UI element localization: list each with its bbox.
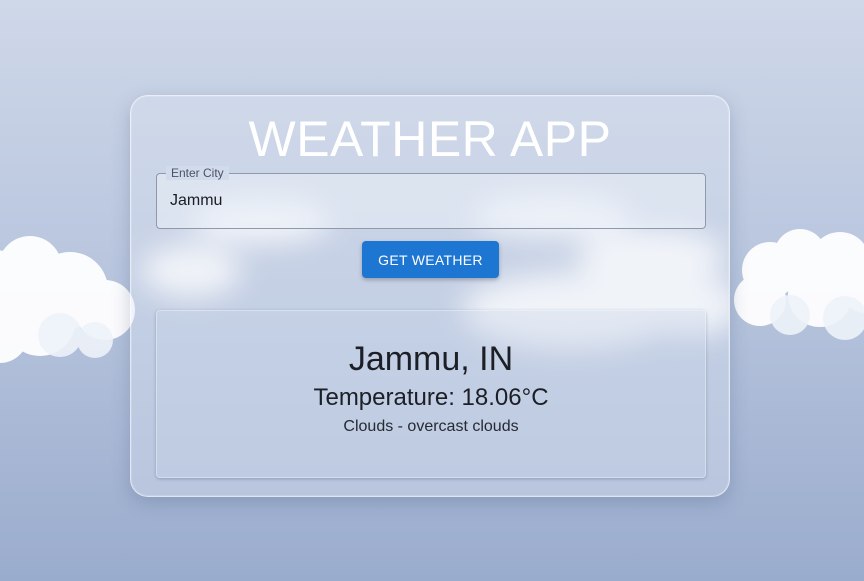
city-input[interactable]	[170, 174, 690, 228]
result-temperature: Temperature: 18.06°C	[313, 384, 549, 411]
weather-result-panel: Jammu, IN Temperature: 18.06°C Clouds - …	[156, 310, 706, 478]
result-city: Jammu, IN	[348, 340, 514, 378]
city-field: Enter City	[156, 166, 706, 229]
app-title: WEATHER APP	[248, 111, 612, 167]
get-weather-button[interactable]: GET WEATHER	[362, 241, 499, 278]
weather-card: WEATHER APP Enter City GET WEATHER Jammu…	[130, 95, 730, 497]
result-description: Clouds - overcast clouds	[343, 418, 519, 435]
